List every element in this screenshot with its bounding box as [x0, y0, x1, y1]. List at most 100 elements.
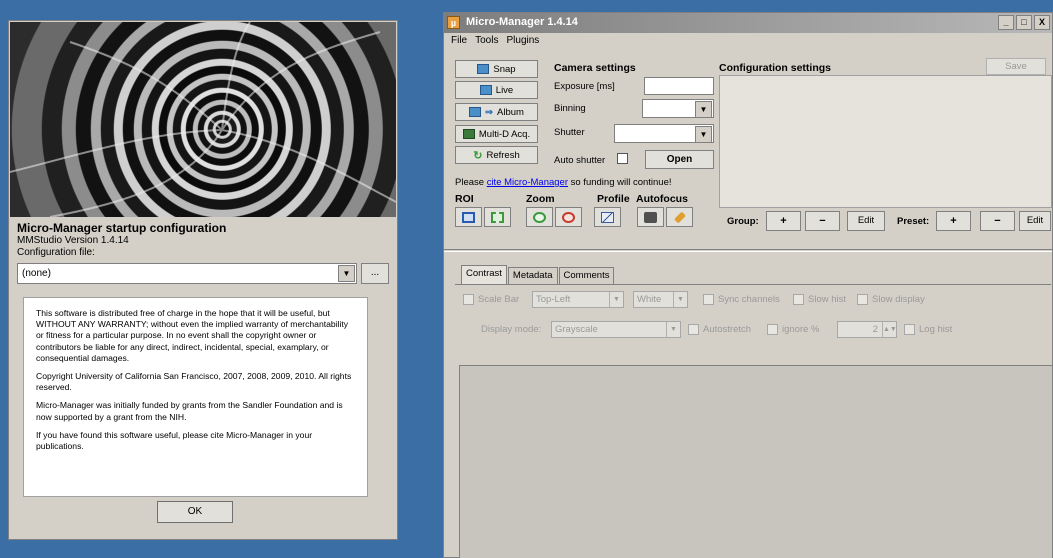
autofocus-dialog-button[interactable]: [666, 207, 693, 227]
auto-shutter-label: Auto shutter: [554, 155, 606, 166]
chevron-down-icon[interactable]: ▼: [695, 126, 712, 143]
chevron-down-icon: ▼: [666, 322, 680, 337]
zoom-in-button[interactable]: [526, 207, 553, 227]
tab-metadata[interactable]: Metadata: [507, 267, 558, 284]
ignore-percent-checkbox[interactable]: [767, 324, 778, 335]
tab-bar: Contrast Metadata Comments: [461, 265, 615, 284]
line-profile-icon: [601, 212, 614, 223]
refresh-button[interactable]: ↻ Refresh: [455, 146, 538, 164]
minimize-button[interactable]: _: [998, 15, 1014, 30]
app-icon: µ: [447, 16, 460, 29]
dialog-title: Micro-Manager startup configuration: [17, 221, 227, 235]
film-icon: [462, 129, 475, 139]
scale-bar-position-value: Top-Left: [536, 294, 571, 305]
license-paragraph: Micro-Manager was initially funded by gr…: [36, 400, 343, 422]
scale-bar-checkbox[interactable]: [463, 294, 474, 305]
title-bar[interactable]: µ Micro-Manager 1.4.14 _ □ X: [444, 13, 1052, 33]
slow-display-checkbox[interactable]: [857, 294, 868, 305]
wrench-icon: [673, 211, 687, 224]
auto-shutter-checkbox[interactable]: [617, 153, 628, 164]
config-file-label: Configuration file:: [17, 247, 95, 258]
ignore-percent-value: 2: [872, 324, 878, 335]
shutter-label: Shutter: [554, 127, 585, 138]
menu-plugins[interactable]: Plugins: [506, 35, 539, 51]
zoom-label: Zoom: [526, 193, 555, 205]
chevron-down-icon[interactable]: ▼: [338, 265, 355, 282]
display-mode-label: Display mode:: [481, 324, 542, 335]
tab-contrast[interactable]: Contrast: [461, 265, 507, 284]
autofocus-label: Autofocus: [636, 193, 688, 205]
sync-channels-checkbox[interactable]: [703, 294, 714, 305]
license-paragraph: Copyright University of California San F…: [36, 371, 352, 393]
close-button[interactable]: X: [1034, 15, 1050, 30]
cite-suffix: so funding will continue!: [568, 177, 672, 188]
slow-hist-checkbox[interactable]: [793, 294, 804, 305]
live-button[interactable]: Live: [455, 81, 538, 99]
menu-tools[interactable]: Tools: [475, 35, 498, 51]
cite-prefix: Please: [455, 177, 487, 188]
config-file-value: (none): [22, 268, 51, 279]
config-file-select[interactable]: (none) ▼: [17, 263, 357, 284]
scale-bar-color-select[interactable]: White ▼: [633, 291, 688, 308]
tab-comments[interactable]: Comments: [558, 267, 615, 284]
autofocus-button[interactable]: [637, 207, 664, 227]
version-label: MMStudio Version 1.4.14: [17, 235, 129, 246]
license-text-area: This software is distributed free of cha…: [23, 297, 368, 497]
zoom-in-icon: [533, 212, 546, 223]
shutter-select[interactable]: ▼: [614, 124, 714, 143]
open-shutter-button[interactable]: Open: [645, 150, 714, 169]
cite-link[interactable]: cite Micro-Manager: [487, 177, 568, 188]
spinner-arrows-icon: ▲▼: [882, 322, 897, 337]
add-preset-button[interactable]: +: [936, 211, 971, 231]
startup-dialog: Micro-Manager startup configuration MMSt…: [8, 20, 398, 540]
binoculars-icon: [644, 212, 657, 223]
save-config-button[interactable]: Save: [986, 58, 1046, 75]
config-settings-title: Configuration settings: [719, 62, 831, 74]
display-mode-select[interactable]: Grayscale ▼: [551, 321, 681, 338]
add-group-button[interactable]: +: [766, 211, 801, 231]
slow-display-label: Slow display: [872, 294, 925, 305]
scale-bar-color-value: White: [637, 294, 662, 305]
log-hist-checkbox[interactable]: [904, 324, 915, 335]
config-table[interactable]: [719, 75, 1052, 208]
set-roi-button[interactable]: [455, 207, 482, 227]
preset-label: Preset:: [897, 216, 930, 227]
multi-d-acq-button[interactable]: Multi-D Acq.: [455, 125, 538, 143]
video-icon: [479, 85, 492, 95]
chevron-down-icon[interactable]: ▼: [695, 101, 712, 118]
scale-bar-position-select[interactable]: Top-Left ▼: [532, 291, 624, 308]
histogram-panel[interactable]: [459, 365, 1053, 558]
edit-preset-button[interactable]: Edit: [1019, 211, 1051, 231]
slow-hist-label: Slow hist: [808, 294, 847, 305]
remove-preset-button[interactable]: −: [980, 211, 1015, 231]
exposure-input[interactable]: [644, 77, 714, 95]
cite-notice: Please cite Micro-Manager so funding wil…: [455, 177, 672, 188]
exposure-label: Exposure [ms]: [554, 81, 615, 92]
license-paragraph: If you have found this software useful, …: [36, 429, 313, 452]
binning-select[interactable]: ▼: [642, 99, 714, 118]
autostretch-checkbox[interactable]: [688, 324, 699, 335]
menu-file[interactable]: File: [451, 35, 467, 51]
snap-button[interactable]: Snap: [455, 60, 538, 78]
roi-icon: [462, 212, 475, 223]
refresh-label: Refresh: [486, 149, 520, 161]
full-frame-icon: [491, 212, 504, 223]
clear-roi-button[interactable]: [484, 207, 511, 227]
browse-button[interactable]: ...: [361, 263, 389, 284]
window-title: Micro-Manager 1.4.14: [466, 16, 578, 28]
contrast-panel: Scale Bar Top-Left ▼ White ▼ Sync channe…: [455, 284, 1051, 366]
log-hist-label: Log hist: [919, 324, 953, 335]
line-profile-button[interactable]: [594, 207, 621, 227]
ok-button[interactable]: OK: [157, 501, 233, 523]
album-button[interactable]: ⇒ Album: [455, 103, 538, 121]
ignore-percent-spinner[interactable]: 2 ▲▼: [837, 321, 897, 338]
remove-group-button[interactable]: −: [805, 211, 840, 231]
zoom-out-button[interactable]: [555, 207, 582, 227]
album-label: Album: [497, 106, 524, 118]
profile-label: Profile: [597, 193, 630, 205]
maximize-button[interactable]: □: [1016, 15, 1032, 30]
menu-bar: File Tools Plugins: [444, 35, 539, 51]
group-label: Group:: [727, 216, 759, 227]
edit-group-button[interactable]: Edit: [847, 211, 885, 231]
splitter[interactable]: [444, 249, 1052, 252]
